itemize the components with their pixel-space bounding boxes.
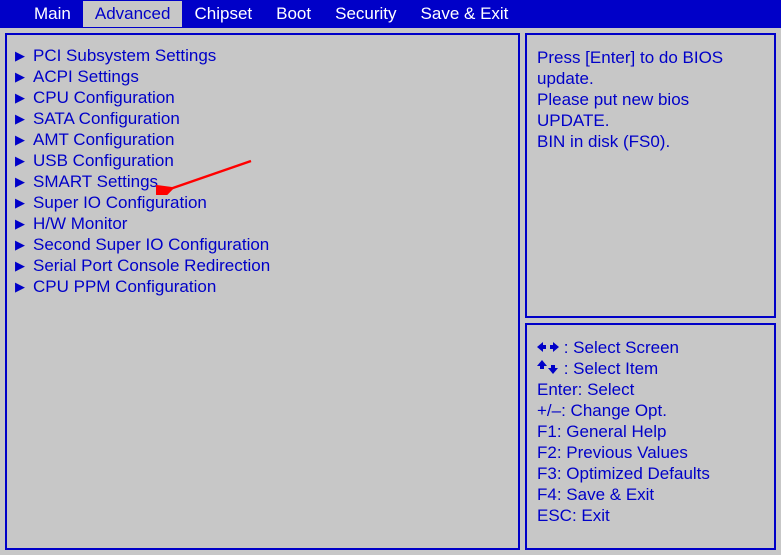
- menu-item-label: H/W Monitor: [33, 213, 127, 234]
- submenu-arrow-icon: ▶: [15, 129, 27, 150]
- tab-save-exit[interactable]: Save & Exit: [409, 1, 521, 27]
- menu-item-second-super-io-configuration[interactable]: ▶ Second Super IO Configuration: [15, 234, 510, 255]
- menu-item-amt-configuration[interactable]: ▶ AMT Configuration: [15, 129, 510, 150]
- tab-chipset[interactable]: Chipset: [182, 1, 264, 27]
- menu-item-pci-subsystem-settings[interactable]: ▶ PCI Subsystem Settings: [15, 45, 510, 66]
- help-text-line: Please put new bios UPDATE.: [537, 89, 764, 131]
- submenu-arrow-icon: ▶: [15, 150, 27, 171]
- main-area: ▶ PCI Subsystem Settings ▶ ACPI Settings…: [0, 28, 781, 555]
- submenu-arrow-icon: ▶: [15, 45, 27, 66]
- submenu-arrow-icon: ▶: [15, 87, 27, 108]
- tab-advanced[interactable]: Advanced: [83, 1, 183, 27]
- submenu-arrow-icon: ▶: [15, 234, 27, 255]
- key-legend-f2: F2: Previous Values: [537, 442, 764, 463]
- up-down-arrow-icon: [537, 358, 559, 379]
- submenu-arrow-icon: ▶: [15, 108, 27, 129]
- menu-item-label: Serial Port Console Redirection: [33, 255, 270, 276]
- menu-item-label: SATA Configuration: [33, 108, 180, 129]
- help-panel: Press [Enter] to do BIOS update. Please …: [525, 33, 776, 318]
- help-text-line: Press [Enter] to do BIOS: [537, 47, 764, 68]
- tab-boot[interactable]: Boot: [264, 1, 323, 27]
- menu-item-usb-configuration[interactable]: ▶ USB Configuration: [15, 150, 510, 171]
- submenu-list-panel: ▶ PCI Subsystem Settings ▶ ACPI Settings…: [5, 33, 520, 550]
- submenu-arrow-icon: ▶: [15, 192, 27, 213]
- key-legend-f4: F4: Save & Exit: [537, 484, 764, 505]
- submenu-arrow-icon: ▶: [15, 171, 27, 192]
- menu-item-acpi-settings[interactable]: ▶ ACPI Settings: [15, 66, 510, 87]
- menu-item-label: CPU PPM Configuration: [33, 276, 216, 297]
- key-legend-f1: F1: General Help: [537, 421, 764, 442]
- menu-item-cpu-ppm-configuration[interactable]: ▶ CPU PPM Configuration: [15, 276, 510, 297]
- menu-item-label: Second Super IO Configuration: [33, 234, 269, 255]
- key-legend-label: : Select Item: [564, 359, 658, 378]
- key-legend-label: : Select Screen: [564, 338, 679, 357]
- menu-item-label: SMART Settings: [33, 171, 158, 192]
- submenu-arrow-icon: ▶: [15, 276, 27, 297]
- menu-item-label: PCI Subsystem Settings: [33, 45, 216, 66]
- menu-item-smart-settings[interactable]: ▶ SMART Settings: [15, 171, 510, 192]
- menu-item-sata-configuration[interactable]: ▶ SATA Configuration: [15, 108, 510, 129]
- key-legend-select-item: : Select Item: [537, 358, 764, 379]
- key-legend-enter: Enter: Select: [537, 379, 764, 400]
- menu-item-cpu-configuration[interactable]: ▶ CPU Configuration: [15, 87, 510, 108]
- right-column: Press [Enter] to do BIOS update. Please …: [525, 33, 776, 550]
- menu-item-super-io-configuration[interactable]: ▶ Super IO Configuration: [15, 192, 510, 213]
- tab-security[interactable]: Security: [323, 1, 408, 27]
- menu-item-hw-monitor[interactable]: ▶ H/W Monitor: [15, 213, 510, 234]
- key-legend-select-screen: : Select Screen: [537, 337, 764, 358]
- menu-item-label: CPU Configuration: [33, 87, 175, 108]
- submenu-arrow-icon: ▶: [15, 213, 27, 234]
- menu-item-serial-port-console-redirection[interactable]: ▶ Serial Port Console Redirection: [15, 255, 510, 276]
- menu-item-label: ACPI Settings: [33, 66, 139, 87]
- submenu-arrow-icon: ▶: [15, 66, 27, 87]
- help-text-line: update.: [537, 68, 764, 89]
- key-legend-esc: ESC: Exit: [537, 505, 764, 526]
- menu-tab-bar: Main Advanced Chipset Boot Security Save…: [0, 0, 781, 28]
- menu-item-label: AMT Configuration: [33, 129, 174, 150]
- key-legend-panel: : Select Screen : Select Item Enter: Sel…: [525, 323, 776, 550]
- tab-main[interactable]: Main: [22, 1, 83, 27]
- key-legend-f3: F3: Optimized Defaults: [537, 463, 764, 484]
- menu-item-label: USB Configuration: [33, 150, 174, 171]
- left-right-arrow-icon: [537, 337, 559, 358]
- submenu-arrow-icon: ▶: [15, 255, 27, 276]
- menu-item-label: Super IO Configuration: [33, 192, 207, 213]
- key-legend-change-opt: +/–: Change Opt.: [537, 400, 764, 421]
- help-text-line: BIN in disk (FS0).: [537, 131, 764, 152]
